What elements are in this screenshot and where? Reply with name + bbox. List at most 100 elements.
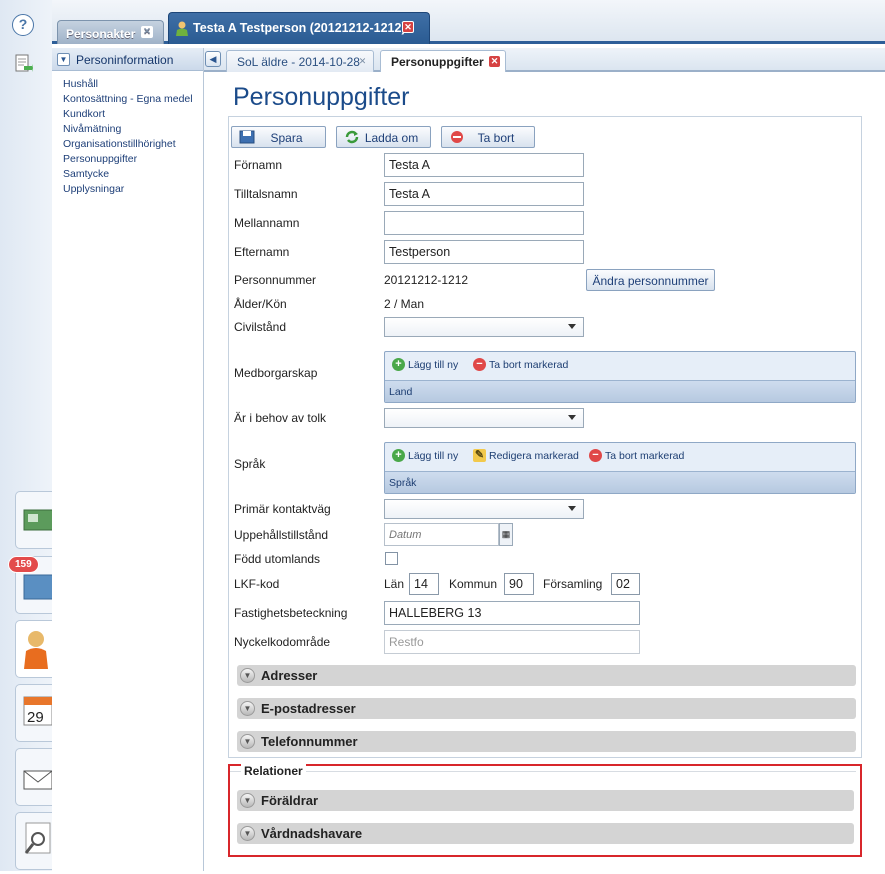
- mellannamn-input[interactable]: [384, 211, 584, 235]
- lan-input[interactable]: 14: [409, 573, 439, 595]
- chevron-left-icon[interactable]: ◀: [205, 51, 221, 67]
- plus-icon: +: [392, 449, 405, 462]
- grid-column-header[interactable]: Språk: [385, 471, 855, 493]
- section-epost[interactable]: ▼ E-postadresser: [237, 698, 856, 719]
- change-personnummer-label: Ändra personnummer: [592, 274, 709, 288]
- tilltalsnamn-input[interactable]: Testa A: [384, 182, 584, 206]
- efternamn-label: Efternamn: [234, 245, 290, 259]
- tab-person[interactable]: Testa A Testperson (20121212-1212) ✕: [168, 12, 430, 44]
- nyckelkod-label: Nyckelkodområde: [234, 635, 331, 649]
- panel-title: Personinformation: [76, 53, 174, 67]
- medborgarskap-grid: + Lägg till ny − Ta bort markerad Land: [384, 351, 856, 403]
- nav-item-personuppgifter[interactable]: Personuppgifter: [63, 152, 203, 167]
- export-document-icon[interactable]: [15, 54, 33, 74]
- section-adresser-label: Adresser: [261, 668, 318, 683]
- nav-item-hushall[interactable]: Hushåll: [63, 77, 203, 92]
- fastighet-label: Fastighetsbeteckning: [234, 606, 348, 620]
- alder-label: Ålder/Kön: [234, 297, 287, 311]
- tab-personuppgifter-label: Personuppgifter: [391, 55, 484, 69]
- add-new-button[interactable]: + Lägg till ny: [392, 449, 459, 462]
- civilstand-select[interactable]: [384, 317, 584, 337]
- tab-personuppgifter[interactable]: Personuppgifter ✕: [380, 50, 506, 72]
- person-icon: [176, 21, 188, 36]
- pencil-icon: ✎: [473, 449, 486, 462]
- fornamn-label: Förnamn: [234, 158, 283, 172]
- kontaktvag-select[interactable]: [384, 499, 584, 519]
- rail-money-tile[interactable]: [15, 491, 55, 549]
- person-icon: [24, 631, 48, 669]
- reload-button[interactable]: Ladda om: [336, 126, 431, 148]
- forsamling-label: Församling: [543, 577, 603, 591]
- minus-icon: −: [473, 358, 486, 371]
- nav-item-kontosattning[interactable]: Kontosättning - Egna medel: [63, 92, 203, 107]
- add-new-label: Lägg till ny: [408, 450, 459, 462]
- kommun-label: Kommun: [449, 577, 498, 591]
- section-vardnadshavare[interactable]: ▼ Vårdnadshavare: [237, 823, 854, 844]
- plus-icon: +: [392, 358, 405, 371]
- fastighet-input[interactable]: HALLEBERG 13: [384, 601, 640, 625]
- fodd-utomlands-checkbox[interactable]: [385, 552, 398, 565]
- chevron-down-icon: ▼: [240, 668, 255, 683]
- nyckelkod-input[interactable]: Restfo: [384, 630, 640, 654]
- tab-sol-aldre[interactable]: SoL äldre - 2014-10-28 ✕: [226, 50, 374, 72]
- edit-selected-button[interactable]: ✎ Redigera markerad: [473, 449, 579, 462]
- panel-header[interactable]: ▼ Personinformation: [52, 48, 203, 71]
- kommun-input[interactable]: 90: [504, 573, 534, 595]
- alder-value: 2 / Man: [384, 297, 425, 311]
- chevron-down-icon[interactable]: ▼: [57, 53, 70, 66]
- kontaktvag-label: Primär kontaktväg: [234, 502, 331, 516]
- section-adresser[interactable]: ▼ Adresser: [237, 665, 856, 686]
- save-label: Spara: [270, 131, 303, 145]
- uppehall-date-input[interactable]: [384, 523, 499, 546]
- change-personnummer-button[interactable]: Ändra personnummer: [586, 269, 715, 291]
- help-icon[interactable]: ?: [12, 14, 34, 36]
- nav-item-upplysningar[interactable]: Upplysningar: [63, 182, 203, 197]
- close-icon[interactable]: ✕: [489, 56, 500, 67]
- section-foraldrar[interactable]: ▼ Föräldrar: [237, 790, 854, 811]
- section-vardnadshavare-label: Vårdnadshavare: [261, 826, 363, 841]
- nav-item-kundkort[interactable]: Kundkort: [63, 107, 203, 122]
- efternamn-input[interactable]: Testperson: [384, 240, 584, 264]
- close-icon[interactable]: ✕: [141, 26, 153, 38]
- add-new-button[interactable]: + Lägg till ny: [392, 358, 458, 371]
- delete-button[interactable]: Ta bort: [441, 126, 535, 148]
- remove-selected-label: Ta bort markerad: [489, 359, 569, 371]
- notification-badge: 159: [8, 556, 39, 573]
- remove-selected-button[interactable]: − Ta bort markerad: [589, 449, 684, 462]
- nav-item-nivamatning[interactable]: Nivåmätning: [63, 122, 203, 137]
- chevron-down-icon: ▼: [240, 734, 255, 749]
- grid-toolbar: + Lägg till ny − Ta bort markerad: [385, 352, 855, 380]
- remove-selected-button[interactable]: − Ta bort markerad: [473, 358, 569, 371]
- minus-icon: −: [589, 449, 602, 462]
- close-icon[interactable]: ✕: [402, 21, 414, 33]
- money-icon: [23, 509, 55, 531]
- chevron-down-icon: [568, 506, 576, 511]
- forsamling-input[interactable]: 02: [611, 573, 640, 595]
- calendar-icon[interactable]: ▦: [499, 523, 513, 546]
- section-epost-label: E-postadresser: [261, 701, 356, 716]
- section-telefon-label: Telefonnummer: [261, 734, 358, 749]
- fornamn-input[interactable]: Testa A: [384, 153, 584, 177]
- rail-calendar-tile[interactable]: 29: [15, 684, 55, 742]
- rail-mail-tile[interactable]: [15, 748, 55, 806]
- rail-person-tile[interactable]: [15, 620, 55, 678]
- svg-text:29: 29: [27, 709, 44, 726]
- mellannamn-label: Mellannamn: [234, 216, 300, 230]
- delete-label: Ta bort: [477, 131, 515, 145]
- tilltalsnamn-label: Tilltalsnamn: [234, 187, 298, 201]
- grid-column-header[interactable]: Land: [385, 380, 855, 402]
- calendar-icon: 29: [23, 696, 53, 726]
- chevron-down-icon: ▼: [240, 793, 255, 808]
- nav-item-samtycke[interactable]: Samtycke: [63, 167, 203, 182]
- nav-list: Hushåll Kontosättning - Egna medel Kundk…: [52, 71, 203, 197]
- search-icon: [24, 822, 51, 854]
- civilstand-label: Civilstånd: [234, 320, 287, 334]
- nav-item-organisation[interactable]: Organisationstillhörighet: [63, 137, 203, 152]
- section-telefon[interactable]: ▼ Telefonnummer: [237, 731, 856, 752]
- divider: [230, 771, 856, 772]
- tab-personakter[interactable]: Personakter ✕: [57, 20, 164, 44]
- tolk-select[interactable]: [384, 408, 584, 428]
- rail-search-tile[interactable]: [15, 812, 55, 870]
- save-button[interactable]: Spara: [231, 126, 326, 148]
- close-icon[interactable]: ✕: [357, 56, 368, 67]
